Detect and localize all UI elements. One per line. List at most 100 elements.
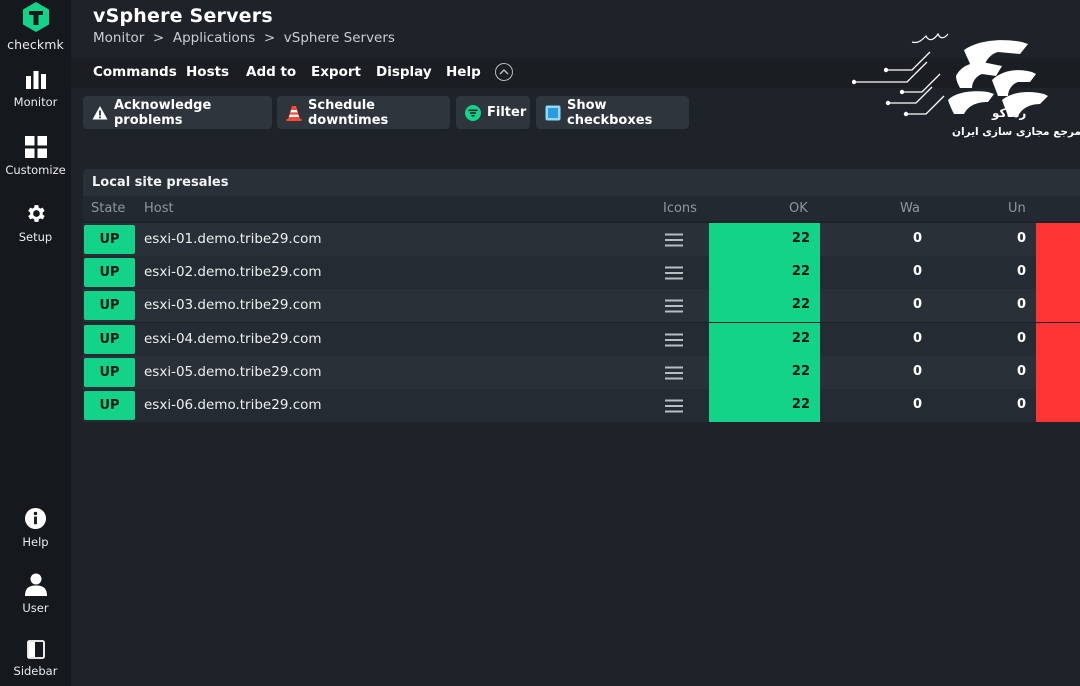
ok-count-cell[interactable]: 22 — [709, 322, 820, 356]
table-row-6: UP esxi-06.demo.tribe29.com 22 0 0 — [83, 389, 1080, 422]
column-header-icons[interactable]: Icons — [663, 201, 697, 216]
host-state-badge[interactable]: UP — [84, 391, 135, 420]
watermark-logo: مرجع مجازی سازی ایران رهاکو — [851, 30, 1080, 145]
host-name-link[interactable]: esxi-02.demo.tribe29.com — [144, 264, 322, 280]
page-title: vSphere Servers — [93, 5, 273, 27]
warn-count[interactable]: 0 — [820, 231, 922, 246]
host-name-link[interactable]: esxi-04.demo.tribe29.com — [144, 331, 322, 347]
breadcrumb-item-applications[interactable]: Applications — [173, 30, 255, 46]
table-row-5: UP esxi-05.demo.tribe29.com 22 0 0 — [83, 355, 1080, 389]
column-header-ok[interactable]: OK — [789, 201, 808, 216]
nav-help-label: Help — [22, 535, 49, 549]
nav-setup[interactable]: Setup — [0, 202, 71, 244]
nav-monitor[interactable]: Monitor — [0, 70, 71, 109]
column-header-unknown[interactable]: Un — [1008, 201, 1026, 216]
unknown-count[interactable]: 0 — [922, 364, 1026, 379]
column-header-host[interactable]: Host — [144, 201, 174, 216]
host-name-link[interactable]: esxi-06.demo.tribe29.com — [144, 397, 322, 413]
unknown-count[interactable]: 0 — [922, 397, 1026, 412]
breadcrumb-item-monitor[interactable]: Monitor — [93, 30, 144, 46]
watermark-brand: رهاکو — [992, 106, 1027, 120]
menu-export[interactable]: Export — [311, 64, 361, 80]
table-row-1: UP esxi-01.demo.tribe29.com 22 0 0 — [83, 223, 1080, 256]
crit-count-cell[interactable] — [1036, 256, 1080, 290]
breadcrumb: Monitor > Applications > vSphere Servers — [93, 30, 395, 46]
chevron-up-icon — [499, 68, 509, 75]
ok-count-cell[interactable]: 22 — [709, 256, 820, 290]
ok-count-cell[interactable]: 22 — [709, 389, 820, 422]
ok-count: 22 — [791, 330, 810, 346]
unknown-count[interactable]: 0 — [922, 231, 1026, 246]
menu-add-to[interactable]: Add to — [246, 64, 296, 80]
crit-count-cell[interactable] — [1036, 223, 1080, 256]
collapse-menu-button[interactable] — [495, 63, 513, 81]
host-menu-icon[interactable] — [665, 266, 683, 280]
unknown-count[interactable]: 0 — [922, 297, 1026, 312]
unknown-count[interactable]: 0 — [922, 264, 1026, 279]
breadcrumb-item-current: vSphere Servers — [283, 30, 395, 46]
host-menu-icon[interactable] — [665, 366, 683, 380]
crit-count-cell[interactable] — [1036, 389, 1080, 422]
ok-count: 22 — [791, 231, 810, 246]
warn-count[interactable]: 0 — [820, 364, 922, 379]
nav-sidebar[interactable]: Sidebar — [0, 640, 71, 678]
host-menu-icon[interactable] — [665, 333, 683, 347]
schedule-downtimes-button[interactable]: Schedule downtimes — [277, 96, 450, 129]
user-icon — [24, 573, 47, 596]
host-state-badge[interactable]: UP — [84, 258, 135, 288]
crit-count-cell[interactable] — [1036, 355, 1080, 389]
ok-count-cell[interactable]: 22 — [709, 289, 820, 323]
unknown-count[interactable]: 0 — [922, 331, 1026, 346]
ok-count-cell[interactable]: 22 — [709, 355, 820, 389]
filter-icon — [465, 104, 481, 121]
host-state-badge[interactable]: UP — [84, 357, 135, 387]
host-state-badge[interactable]: UP — [84, 291, 135, 321]
menu-help[interactable]: Help — [446, 64, 481, 80]
crit-count-cell[interactable] — [1036, 322, 1080, 356]
nav-monitor-label: Monitor — [13, 95, 58, 109]
main-navigation: checkmk Monitor Customize Setup Help Use… — [0, 0, 71, 686]
table-row-2: UP esxi-02.demo.tribe29.com 22 0 0 — [83, 256, 1080, 290]
checkbox-icon — [545, 105, 561, 120]
checkmk-logo-icon — [22, 2, 49, 32]
warn-count[interactable]: 0 — [820, 297, 922, 312]
show-checkboxes-button[interactable]: Show checkboxes — [536, 96, 689, 129]
sidebar-icon — [26, 640, 45, 659]
table-row-3: UP esxi-03.demo.tribe29.com 22 0 0 — [83, 289, 1080, 323]
hosts-table: Local site presales State Host Icons OK … — [83, 169, 1080, 423]
nav-setup-label: Setup — [18, 230, 53, 244]
menu-commands[interactable]: Commands — [93, 64, 177, 80]
column-header-state[interactable]: State — [91, 201, 125, 216]
acknowledge-problems-button[interactable]: Acknowledge problems — [83, 96, 272, 129]
warn-count[interactable]: 0 — [820, 264, 922, 279]
warning-icon — [92, 105, 108, 119]
host-state-badge[interactable]: UP — [84, 324, 135, 354]
nav-help[interactable]: Help — [0, 507, 71, 549]
menu-display[interactable]: Display — [376, 64, 432, 80]
nav-customize[interactable]: Customize — [0, 136, 71, 177]
host-menu-icon[interactable] — [665, 299, 683, 313]
logo-label: checkmk — [7, 37, 64, 52]
nav-customize-label: Customize — [5, 163, 66, 177]
host-state-badge[interactable]: UP — [84, 225, 135, 254]
acknowledge-problems-label: Acknowledge problems — [114, 97, 212, 128]
host-name-link[interactable]: esxi-01.demo.tribe29.com — [144, 231, 322, 247]
host-menu-icon[interactable] — [665, 399, 683, 413]
ok-count: 22 — [791, 264, 810, 280]
schedule-downtimes-label: Schedule downtimes — [308, 97, 389, 128]
checkmk-logo[interactable]: checkmk — [0, 2, 71, 54]
gear-icon — [28, 205, 45, 222]
cone-icon — [286, 105, 302, 121]
host-menu-icon[interactable] — [665, 233, 683, 247]
nav-user[interactable]: User — [0, 573, 71, 615]
column-header-warn[interactable]: Wa — [900, 201, 920, 216]
crit-count-cell[interactable] — [1036, 289, 1080, 323]
filter-button[interactable]: Filter — [456, 96, 530, 129]
ok-count-cell[interactable]: 22 — [709, 223, 820, 256]
host-name-link[interactable]: esxi-05.demo.tribe29.com — [144, 364, 322, 380]
host-name-link[interactable]: esxi-03.demo.tribe29.com — [144, 297, 322, 313]
warn-count[interactable]: 0 — [820, 331, 922, 346]
watermark-tagline: مرجع مجازی سازی ایران — [952, 126, 1080, 138]
menu-hosts[interactable]: Hosts — [186, 64, 229, 80]
warn-count[interactable]: 0 — [820, 397, 922, 412]
